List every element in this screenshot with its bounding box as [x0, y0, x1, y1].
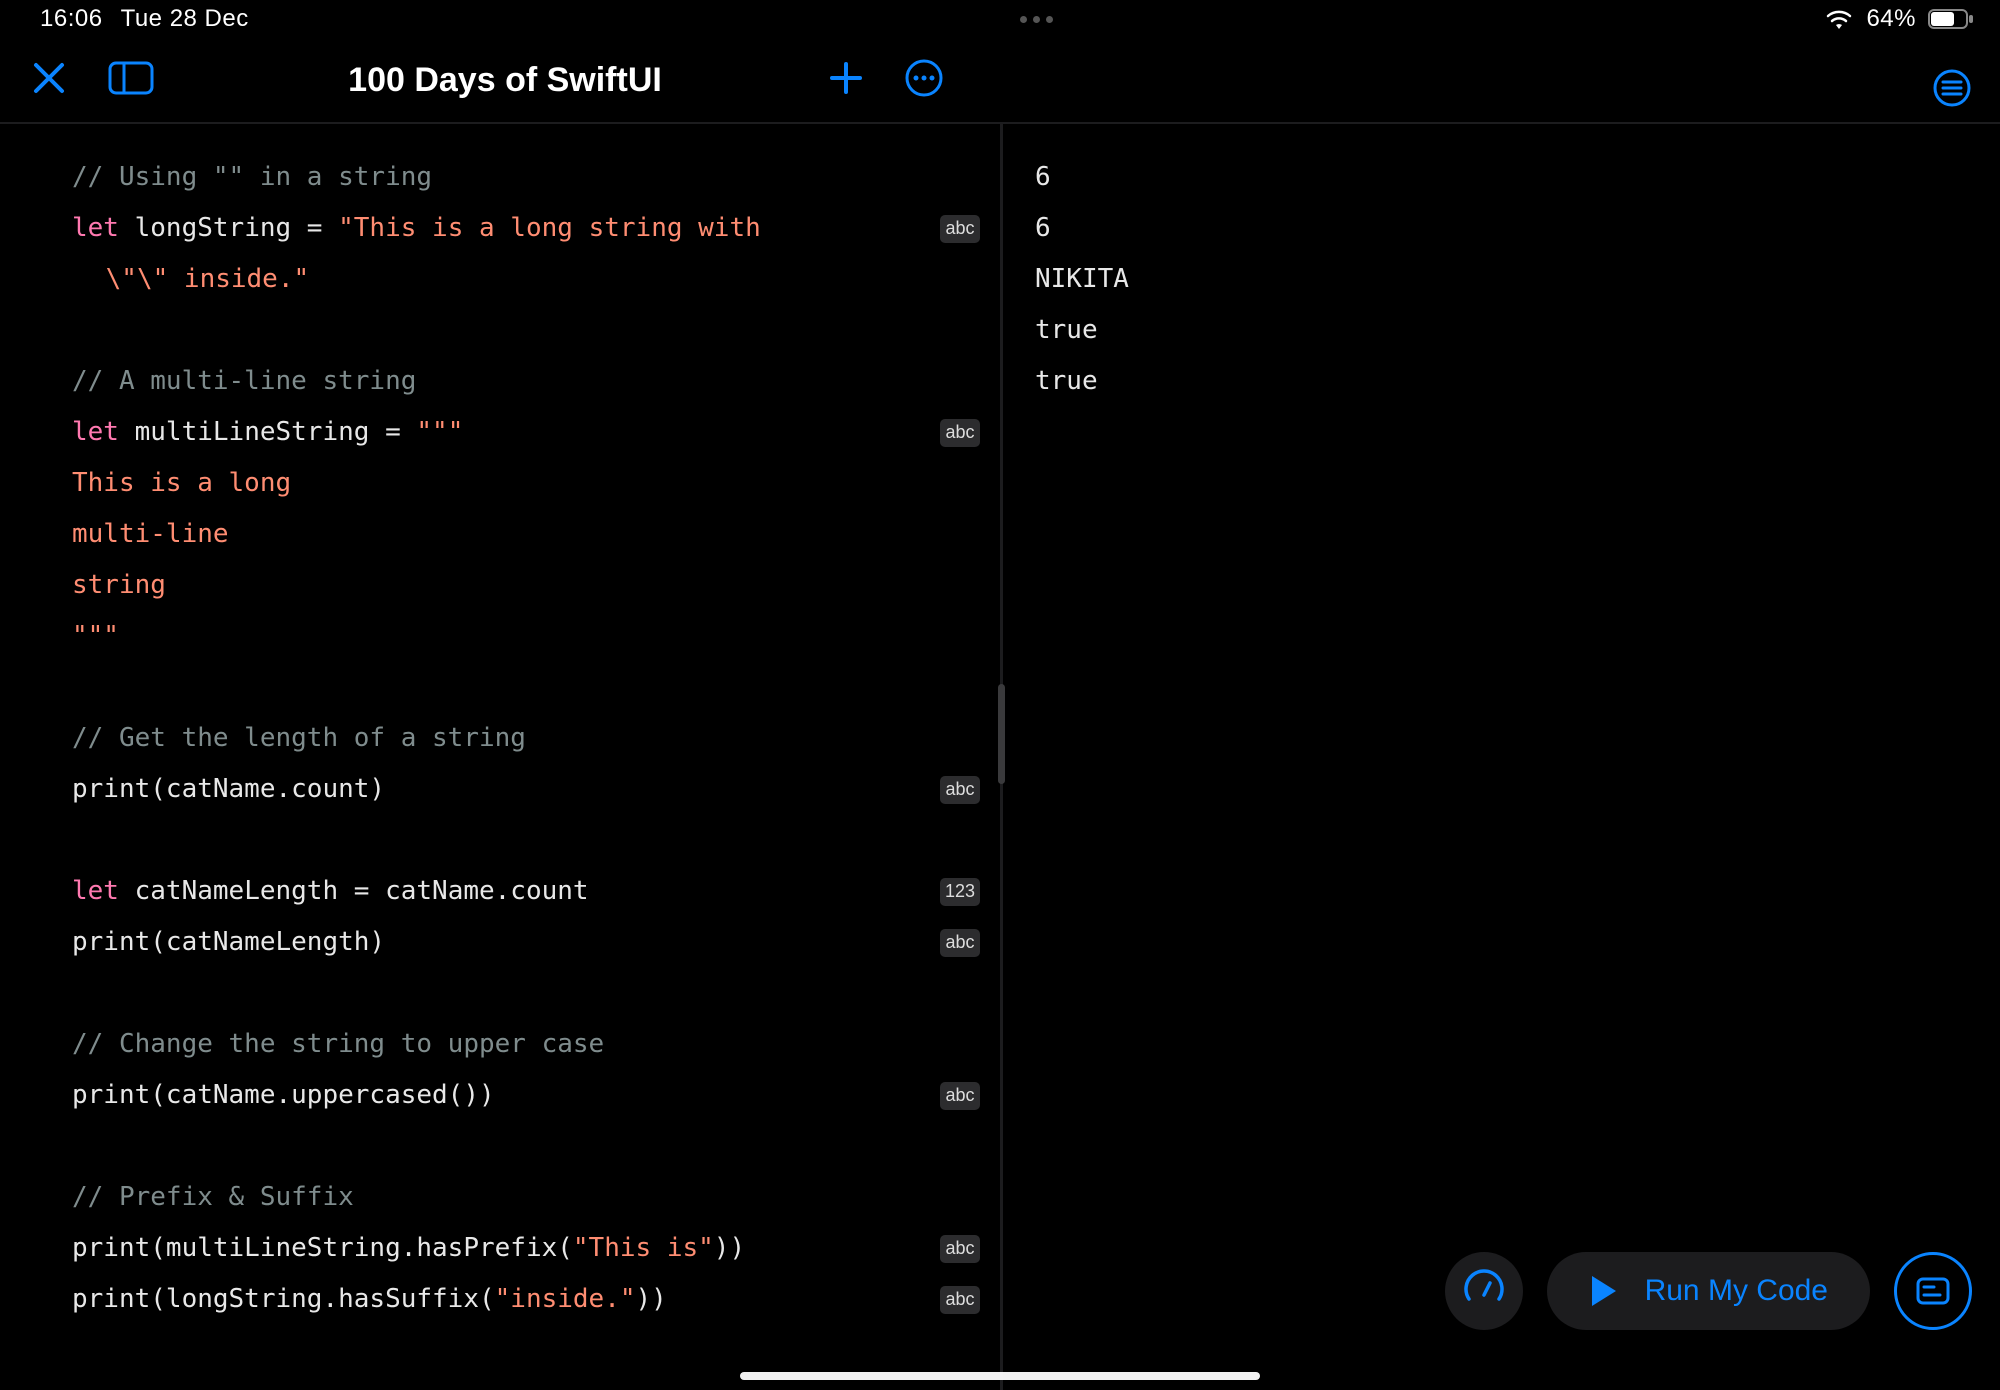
- code-line[interactable]: let longString = "This is a long string …: [72, 203, 980, 254]
- code-line[interactable]: print(multiLineString.hasPrefix("This is…: [72, 1223, 980, 1274]
- code-line[interactable]: [72, 968, 980, 1019]
- main-split: // Using "" in a stringlet longString = …: [0, 124, 2000, 1390]
- console-line: true: [1035, 356, 1968, 407]
- code-line[interactable]: multi-line: [72, 509, 980, 560]
- page-title: 100 Days of SwiftUI: [348, 61, 662, 100]
- result-badge-number[interactable]: 123: [940, 878, 980, 906]
- code-line[interactable]: [72, 815, 980, 866]
- result-badge-string[interactable]: abc: [940, 929, 980, 957]
- play-icon: [1589, 1274, 1619, 1308]
- result-badge-string[interactable]: abc: [940, 419, 980, 447]
- status-right: 64%: [1824, 5, 1974, 33]
- add-icon[interactable]: [828, 60, 864, 101]
- console-line: 6: [1035, 203, 1968, 254]
- wifi-icon: [1824, 8, 1854, 30]
- result-badge-string[interactable]: abc: [940, 1082, 980, 1110]
- page-title-wrap: 100 Days of SwiftUI: [0, 61, 2000, 100]
- battery-icon: [1928, 8, 1974, 30]
- code-line[interactable]: // Change the string to upper case: [72, 1019, 980, 1070]
- code-line[interactable]: \"\" inside.": [72, 254, 980, 305]
- code-line[interactable]: print(longString.hasSuffix("inside.")): [72, 1274, 980, 1325]
- code-line[interactable]: print(catName.count): [72, 764, 980, 815]
- result-badge-string[interactable]: abc: [940, 1235, 980, 1263]
- result-badge-string[interactable]: abc: [940, 1286, 980, 1314]
- results-panel-button[interactable]: [1894, 1252, 1972, 1330]
- code-line[interactable]: string: [72, 560, 980, 611]
- code-line[interactable]: """: [72, 611, 980, 662]
- code-line[interactable]: [72, 662, 980, 713]
- result-badge-string[interactable]: abc: [940, 776, 980, 804]
- speed-gauge-button[interactable]: [1445, 1252, 1523, 1330]
- code-line[interactable]: print(catNameLength): [72, 917, 980, 968]
- bottom-controls: Run My Code: [1445, 1252, 1972, 1330]
- result-badge-string[interactable]: abc: [940, 215, 980, 243]
- console-line: NIKITA: [1035, 254, 1968, 305]
- home-indicator[interactable]: [740, 1372, 1260, 1380]
- code-line[interactable]: // Prefix & Suffix: [72, 1172, 980, 1223]
- code-editor-pane[interactable]: // Using "" in a stringlet longString = …: [0, 124, 1000, 1390]
- sidebar-toggle-icon[interactable]: [108, 60, 154, 101]
- console-line: 6: [1035, 152, 1968, 203]
- code-block[interactable]: // Using "" in a stringlet longString = …: [0, 124, 1000, 1353]
- more-icon[interactable]: [904, 58, 944, 103]
- multitasking-dots[interactable]: [1020, 16, 1053, 23]
- console-output: 66NIKITAtruetrue: [1035, 152, 1968, 407]
- toolbar: 100 Days of SwiftUI: [0, 38, 2000, 124]
- code-line[interactable]: let multiLineString = """: [72, 407, 980, 458]
- code-line[interactable]: [72, 1121, 980, 1172]
- menu-lines-icon[interactable]: [1932, 68, 1972, 113]
- console-pane: 66NIKITAtruetrue Run My Code: [1003, 124, 2000, 1390]
- run-button[interactable]: Run My Code: [1547, 1252, 1870, 1330]
- code-line[interactable]: [72, 305, 980, 356]
- run-button-label: Run My Code: [1645, 1274, 1828, 1308]
- code-line[interactable]: print(catName.uppercased()): [72, 1070, 980, 1121]
- status-date: Tue 28 Dec: [121, 5, 249, 33]
- status-time: 16:06: [40, 5, 103, 33]
- status-bar: 16:06 Tue 28 Dec 64%: [0, 0, 2000, 38]
- status-left: 16:06 Tue 28 Dec: [40, 5, 249, 33]
- console-line: true: [1035, 305, 1968, 356]
- code-line[interactable]: // Using "" in a string: [72, 152, 980, 203]
- code-line[interactable]: // Get the length of a string: [72, 713, 980, 764]
- code-line[interactable]: let catNameLength = catName.count: [72, 866, 980, 917]
- close-icon[interactable]: [30, 59, 68, 102]
- code-line[interactable]: This is a long: [72, 458, 980, 509]
- status-battery-text: 64%: [1866, 5, 1916, 33]
- code-line[interactable]: // A multi-line string: [72, 356, 980, 407]
